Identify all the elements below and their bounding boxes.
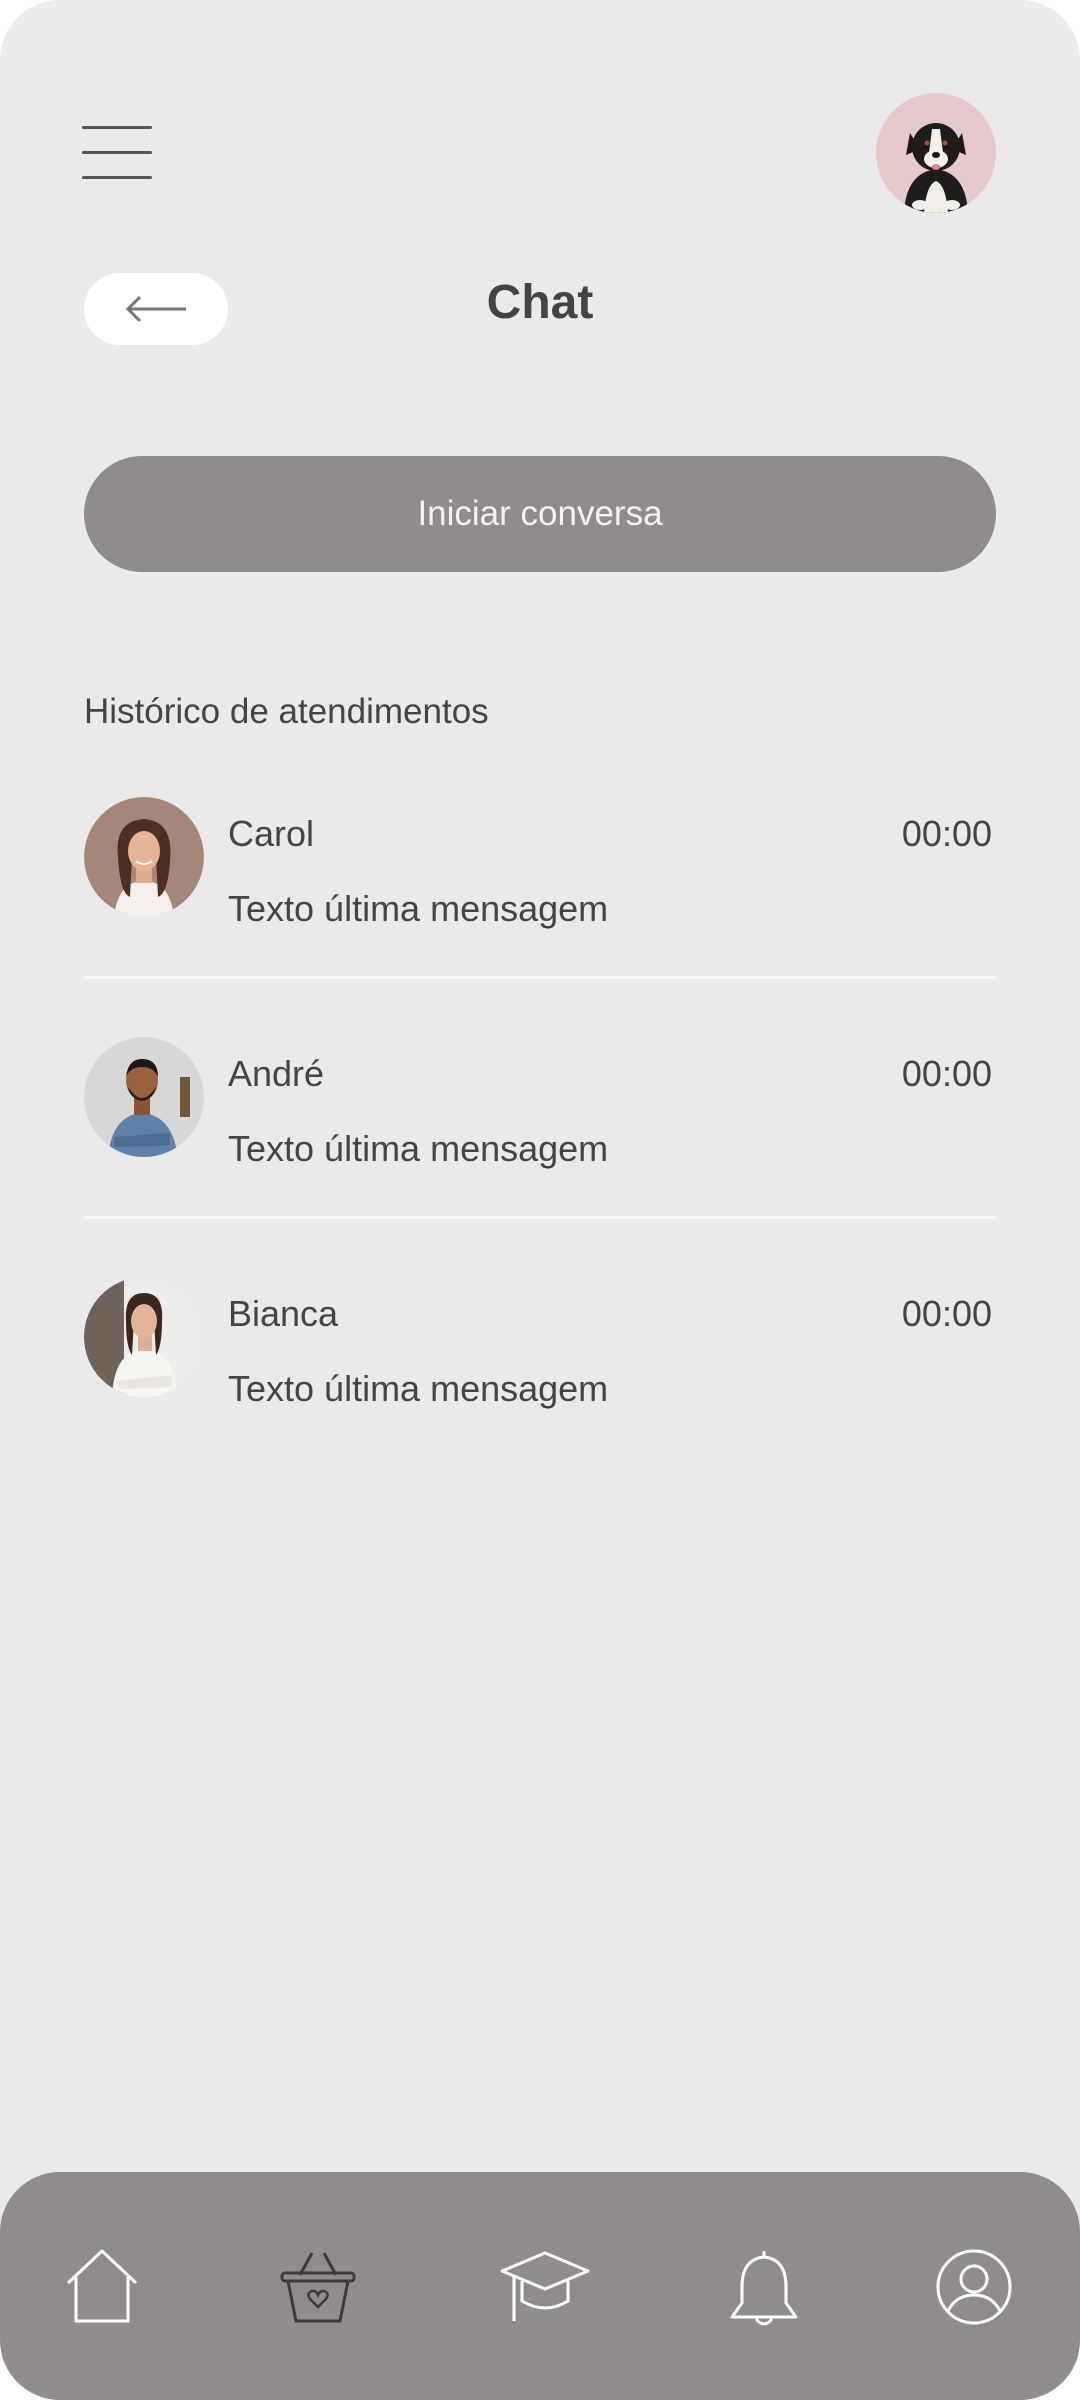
dog-avatar-icon — [876, 93, 996, 213]
bottom-navigation — [0, 2172, 1080, 2400]
history-title: Histórico de atendimentos — [84, 692, 489, 731]
avatar — [84, 797, 204, 917]
last-message: Texto última mensagem — [228, 888, 609, 929]
chat-screen: Chat Iniciar conversa Histórico de atend… — [0, 0, 1080, 2400]
hamburger-menu-icon[interactable] — [82, 126, 152, 180]
message-time: 00:00 — [901, 813, 992, 854]
message-time: 00:00 — [901, 1053, 992, 1094]
last-message: Texto última mensagem — [228, 1128, 609, 1169]
graduation-cap-icon[interactable] — [500, 2247, 590, 2327]
avatar — [84, 1277, 204, 1397]
divider — [84, 1216, 996, 1219]
chat-item-carol[interactable]: Carol 00:00 Texto última mensagem — [84, 797, 996, 929]
contact-name: Bianca — [228, 1293, 339, 1334]
start-conversation-button[interactable]: Iniciar conversa — [84, 456, 996, 572]
avatar — [84, 1037, 204, 1157]
contact-name: André — [228, 1053, 325, 1094]
basket-icon[interactable] — [278, 2247, 358, 2327]
last-message: Texto última mensagem — [228, 1368, 609, 1409]
profile-avatar[interactable] — [876, 93, 996, 213]
chat-item-andre[interactable]: André 00:00 Texto última mensagem — [84, 1037, 996, 1169]
page-title: Chat — [486, 276, 594, 329]
chat-item-bianca[interactable]: Bianca 00:00 Texto última mensagem — [84, 1277, 996, 1409]
message-time: 00:00 — [901, 1293, 992, 1334]
user-icon[interactable] — [934, 2247, 1014, 2327]
bell-icon[interactable] — [724, 2247, 804, 2327]
home-icon[interactable] — [62, 2247, 142, 2327]
contact-name: Carol — [228, 813, 315, 854]
divider — [84, 976, 996, 979]
